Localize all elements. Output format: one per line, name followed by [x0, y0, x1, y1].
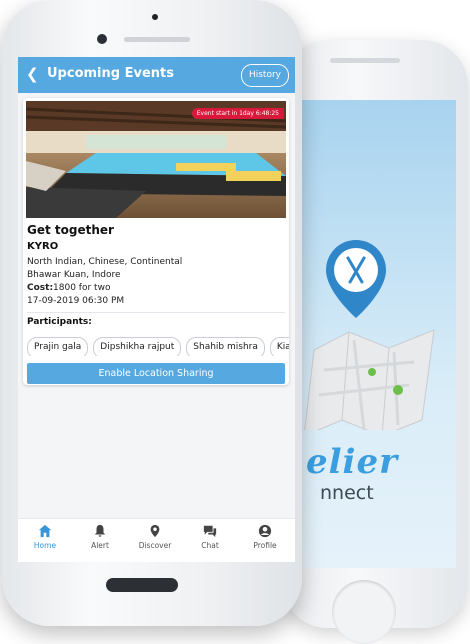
participant-chip[interactable]: Dipshikha rajput	[93, 337, 182, 356]
map-pin-fork-knife-icon	[304, 240, 435, 430]
main-content: Event start in 1day 6:48:25 Get together…	[18, 93, 295, 519]
location-pin-icon	[150, 524, 160, 538]
app-screen: ❮ Upcoming Events History Event start in…	[18, 57, 295, 562]
event-card[interactable]: Event start in 1day 6:48:25 Get together…	[23, 98, 289, 385]
back-home-button	[332, 580, 396, 644]
app-bar: ❮ Upcoming Events History	[18, 57, 295, 93]
nav-label: Discover	[138, 541, 172, 550]
event-location: Bhawar Kuan, Indore	[27, 270, 121, 280]
back-phone: elier nnect	[282, 40, 468, 644]
nav-profile[interactable]: Profile	[239, 524, 291, 550]
brand-logo-subtext: nnect	[320, 482, 374, 504]
chat-icon	[203, 525, 217, 538]
event-cost: Cost:1800 for two	[27, 283, 110, 293]
home-button	[106, 578, 178, 592]
front-speaker	[124, 37, 190, 42]
front-phone: ❮ Upcoming Events History Event start in…	[2, 0, 302, 626]
nav-home[interactable]: Home	[19, 524, 71, 550]
nav-label: Home	[33, 541, 57, 550]
event-datetime: 17-09-2019 06:30 PM	[27, 296, 125, 306]
cost-value: 1800 for two	[53, 283, 111, 293]
participant-chip[interactable]: Kiar	[269, 337, 289, 356]
back-speaker	[330, 58, 400, 63]
enable-location-sharing-button[interactable]: Enable Location Sharing	[27, 363, 285, 384]
event-title: Get together	[27, 223, 114, 237]
event-venue: KYRO	[27, 241, 59, 252]
page-title: Upcoming Events	[47, 66, 174, 81]
nav-chat[interactable]: Chat	[184, 524, 236, 550]
front-camera	[97, 34, 107, 44]
nav-label: Profile	[253, 541, 277, 550]
history-button[interactable]: History	[240, 64, 289, 87]
back-arrow-icon[interactable]: ❮	[26, 65, 39, 83]
home-icon	[38, 524, 52, 538]
nav-label: Chat	[201, 541, 219, 550]
nav-alert[interactable]: Alert	[74, 524, 126, 550]
nav-label: Alert	[91, 541, 109, 550]
event-cuisine: North Indian, Chinese, Continental	[27, 257, 183, 267]
nav-discover[interactable]: Discover	[129, 524, 181, 550]
brand-logo-text: elier	[306, 442, 399, 482]
splash-screen: elier nnect	[294, 100, 456, 568]
event-image: Event start in 1day 6:48:25	[26, 101, 286, 218]
user-icon	[258, 524, 272, 538]
divider	[27, 312, 285, 313]
bottom-nav: Home Alert Discover Chat Profile	[18, 518, 295, 562]
participants-list: Prajin gala Dipshikha rajput Shahib mishra…	[27, 334, 289, 356]
participant-chip[interactable]: Prajin gala	[27, 337, 89, 356]
sensor-dot	[152, 14, 158, 20]
bell-icon	[94, 524, 106, 537]
cost-label: Cost:	[27, 283, 54, 293]
event-countdown-badge: Event start in 1day 6:48:25	[191, 108, 284, 119]
participants-label: Participants:	[27, 317, 92, 327]
participant-chip[interactable]: Shahib mishra	[186, 337, 265, 356]
